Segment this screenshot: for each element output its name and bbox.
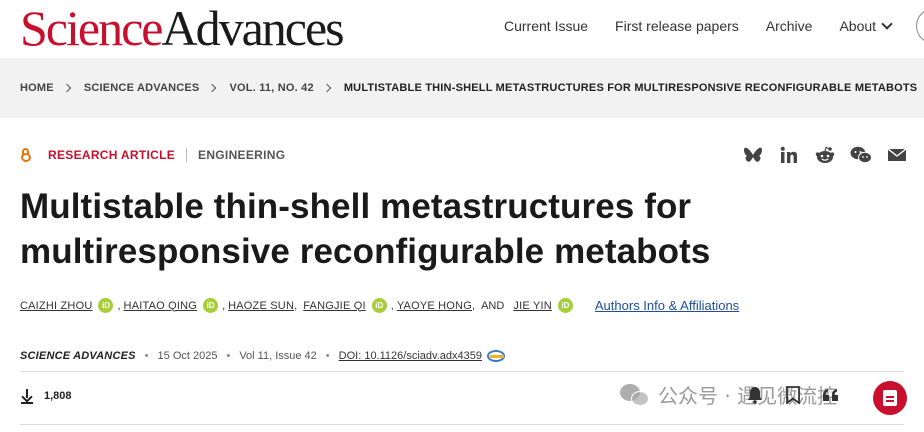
email-icon[interactable]: [886, 145, 908, 165]
bullet: •: [325, 350, 330, 362]
chevron-right-icon: [322, 83, 332, 93]
orcid-icon[interactable]: iD: [203, 298, 219, 313]
download-icon: [20, 388, 34, 404]
author-link[interactable]: HAOZE SUN: [228, 300, 294, 312]
publication-date: 15 Oct 2025: [157, 350, 218, 362]
article-tools: [745, 384, 841, 406]
author-link[interactable]: FANGJIE QI: [303, 300, 366, 312]
breadcrumb-journal[interactable]: SCIENCE ADVANCES: [84, 82, 200, 94]
chevron-down-icon: [881, 18, 893, 30]
share-bar: [742, 145, 908, 165]
separator: ,: [294, 299, 301, 312]
crossmark-icon[interactable]: [485, 349, 507, 363]
orcid-icon[interactable]: iD: [557, 298, 573, 313]
separator: ,: [222, 299, 226, 312]
nav-about[interactable]: About: [839, 16, 893, 36]
bluesky-icon[interactable]: [742, 145, 764, 165]
article-type-bar: RESEARCH ARTICLE ENGINEERING: [20, 148, 285, 162]
nav-archive[interactable]: Archive: [766, 16, 813, 36]
separator: ,: [117, 299, 121, 312]
author-link[interactable]: JIE YIN: [513, 300, 552, 312]
logo-advances: Advances: [161, 0, 344, 56]
divider: [20, 424, 904, 425]
authors-affiliations-link[interactable]: Authors Info & Affiliations: [595, 298, 739, 313]
pdf-icon: [883, 390, 897, 406]
chevron-right-icon: [208, 83, 217, 93]
author-link[interactable]: HAITAO QING: [124, 300, 198, 312]
article-title-line2: multiresponsive reconfigurable metabots: [20, 232, 711, 271]
logo-science: Science: [20, 0, 163, 56]
bullet: •: [144, 350, 149, 362]
wechat-icon: [620, 382, 650, 408]
author-link[interactable]: YAOYE HONG: [397, 300, 472, 312]
pdf-download-button[interactable]: [873, 381, 907, 415]
bullet: •: [226, 350, 231, 362]
linkedin-icon[interactable]: [778, 145, 800, 165]
download-count: 1,808: [44, 390, 72, 402]
journal-name[interactable]: SCIENCE ADVANCES: [20, 350, 136, 362]
author-link[interactable]: CAIZHI ZHOU: [20, 300, 92, 312]
reddit-icon[interactable]: [814, 145, 836, 165]
divider: [20, 371, 904, 372]
breadcrumb-home[interactable]: HOME: [20, 82, 54, 94]
breadcrumb-bar: HOME SCIENCE ADVANCES VOL. 11, NO. 42 MU…: [0, 58, 924, 118]
site-header: Science Advances Current Issue First rele…: [0, 0, 924, 58]
breadcrumb: HOME SCIENCE ADVANCES VOL. 11, NO. 42 MU…: [20, 82, 917, 94]
orcid-icon[interactable]: iD: [371, 298, 387, 313]
article-title-line1: Multistable thin-shell metastructures fo…: [20, 187, 692, 226]
open-access-icon: [20, 148, 32, 162]
divider: [186, 148, 188, 162]
doi-link[interactable]: DOI: 10.1126/sciadv.adx4359: [339, 350, 482, 362]
separator: ,: [471, 299, 479, 312]
bell-icon[interactable]: [745, 384, 765, 406]
separator: ,: [390, 299, 394, 312]
publication-info: SCIENCE ADVANCES • 15 Oct 2025 • Vol 11,…: [20, 349, 507, 363]
science-advances-logo[interactable]: Science Advances: [20, 0, 345, 56]
bookmark-icon[interactable]: [783, 384, 803, 406]
nav-first-release[interactable]: First release papers: [615, 16, 739, 36]
breadcrumb-issue[interactable]: VOL. 11, NO. 42: [229, 82, 313, 94]
metrics-bar: 1,808: [20, 388, 72, 404]
breadcrumb-current: MULTISTABLE THIN-SHELL METASTRUCTURES FO…: [343, 82, 918, 94]
article-title: Multistable thin-shell metastructures fo…: [20, 184, 740, 274]
chevron-right-icon: [62, 83, 72, 93]
header-action-button[interactable]: [916, 8, 924, 44]
quote-icon[interactable]: [821, 384, 841, 406]
and-text: AND: [481, 299, 505, 312]
nav-about-label: About: [839, 18, 877, 34]
article-type: RESEARCH ARTICLE: [48, 148, 176, 162]
wechat-icon[interactable]: [850, 145, 872, 165]
orcid-icon[interactable]: iD: [98, 298, 114, 313]
top-nav: Current Issue First release papers Archi…: [504, 16, 918, 36]
volume-issue[interactable]: Vol 11, Issue 42: [239, 350, 316, 362]
nav-current-issue[interactable]: Current Issue: [504, 16, 588, 36]
article-subject[interactable]: ENGINEERING: [198, 148, 285, 162]
author-list: CAIZHI ZHOU iD, HAITAO QING iD, HAOZE SU…: [20, 298, 739, 313]
